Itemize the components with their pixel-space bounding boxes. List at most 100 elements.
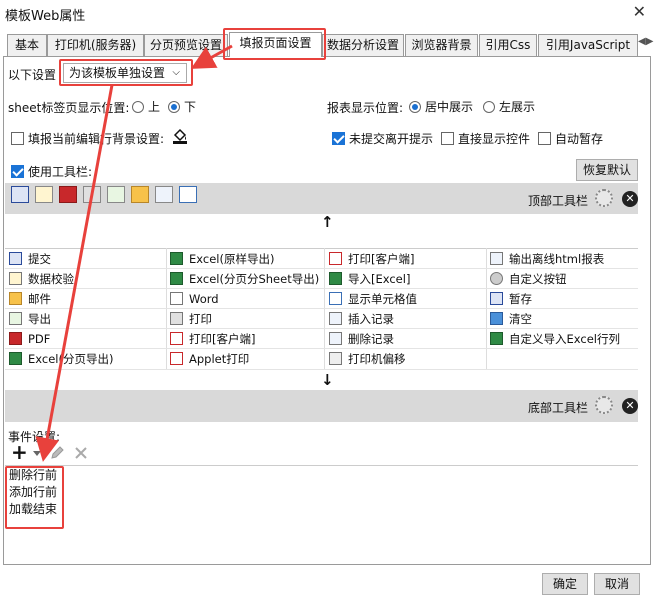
grid-item-word[interactable]: Word bbox=[170, 289, 219, 309]
check-pencil-icon bbox=[9, 272, 22, 285]
direct-show-option[interactable]: 直接显示控件 bbox=[441, 130, 530, 147]
grid-item-show-cell-value[interactable]: 显示单元格值 bbox=[329, 289, 417, 309]
autosave-option[interactable]: 自动暂存 bbox=[538, 130, 603, 147]
cancel-button[interactable]: 取消 bbox=[594, 573, 640, 595]
grid-item-print-client-2[interactable]: 打印[客户端] bbox=[170, 329, 255, 349]
checkbox-checked-icon bbox=[11, 165, 24, 178]
report-position-label: 报表显示位置: bbox=[327, 101, 404, 115]
fill-bg-option[interactable]: 填报当前编辑行背景设置: bbox=[11, 130, 164, 147]
grid-item-excel-paged[interactable]: Excel(分页导出) bbox=[9, 349, 113, 369]
grid-item-label: Excel(分页分Sheet导出) bbox=[189, 272, 320, 286]
gear-icon[interactable] bbox=[595, 189, 613, 207]
list-item[interactable]: 删除行前 bbox=[5, 467, 638, 484]
grid-item-printer-offset[interactable]: 打印机偏移 bbox=[329, 349, 406, 369]
top-toolbar-band: 顶部工具栏 ✕ bbox=[5, 183, 638, 214]
delete-x-icon[interactable] bbox=[73, 445, 89, 461]
left-label: 左展示 bbox=[499, 100, 536, 114]
printer-offset-icon bbox=[329, 352, 342, 365]
checkbox-icon bbox=[538, 132, 551, 145]
gear-icon bbox=[490, 272, 503, 285]
tab-javascript[interactable]: 引用JavaScript bbox=[538, 34, 638, 56]
checkbox-icon bbox=[11, 132, 24, 145]
grid-item-offline-html[interactable]: 输出离线html报表 bbox=[490, 249, 604, 269]
grid-item-delete-record[interactable]: 删除记录 bbox=[329, 329, 394, 349]
tab-basic[interactable]: 基本 bbox=[7, 34, 47, 56]
tab-fill-page[interactable]: 填报页面设置 bbox=[229, 32, 322, 57]
scope-value: 为该模板单独设置 bbox=[69, 66, 166, 80]
stash-icon bbox=[490, 292, 503, 305]
sheet-bottom-option[interactable]: 下 bbox=[168, 98, 196, 115]
grid-item-label: Excel(分页导出) bbox=[28, 352, 114, 366]
paint-bucket-icon[interactable] bbox=[171, 126, 189, 144]
direct-show-label: 直接显示控件 bbox=[458, 132, 531, 146]
grid-item-export[interactable]: 导出 bbox=[9, 309, 51, 329]
delete-record-icon bbox=[329, 332, 342, 345]
grid-item-excel-original[interactable]: Excel(原样导出) bbox=[170, 249, 274, 269]
tab-printer-server[interactable]: 打印机(服务器) bbox=[47, 34, 144, 56]
left-option[interactable]: 左展示 bbox=[483, 98, 535, 115]
tab-browser-bg[interactable]: 浏览器背景 bbox=[405, 34, 478, 56]
bottom-toolbar-band: 底部工具栏 ✕ bbox=[5, 390, 638, 422]
pdf-icon[interactable] bbox=[59, 186, 77, 203]
center-option[interactable]: 居中展示 bbox=[409, 98, 473, 115]
grid-item-import-excel[interactable]: 导入[Excel] bbox=[329, 269, 410, 289]
export-icon bbox=[9, 312, 22, 325]
grid-item-label: 清空 bbox=[509, 312, 532, 326]
edit-pencil-icon[interactable] bbox=[49, 445, 65, 461]
export-icon[interactable] bbox=[107, 186, 125, 203]
sheet-top-label: 上 bbox=[148, 100, 161, 114]
move-up-icon[interactable]: ↑ bbox=[321, 213, 334, 231]
remove-icon[interactable]: ✕ bbox=[622, 398, 638, 414]
unsubmitted-label: 未提交离开提示 bbox=[349, 132, 434, 146]
grid-item-label: 数据校验 bbox=[28, 272, 74, 286]
grid-item-print[interactable]: 打印 bbox=[170, 309, 212, 329]
sheet-top-option[interactable]: 上 bbox=[132, 98, 160, 115]
radio-checked-icon bbox=[168, 101, 180, 113]
sheet-bottom-label: 下 bbox=[184, 100, 197, 114]
ok-button[interactable]: 确定 bbox=[542, 573, 588, 595]
close-icon[interactable]: ✕ bbox=[633, 2, 646, 21]
cell-value-icon[interactable] bbox=[179, 186, 197, 203]
list-item[interactable]: 添加行前 bbox=[5, 484, 638, 501]
mail-icon[interactable] bbox=[131, 186, 149, 203]
gear-icon[interactable] bbox=[595, 396, 613, 414]
remove-icon[interactable]: ✕ bbox=[622, 191, 638, 207]
tab-scroll-icon[interactable]: ◀▶ bbox=[638, 36, 653, 47]
move-down-icon[interactable]: ↓ bbox=[321, 371, 334, 389]
grid-item-clear[interactable]: 清空 bbox=[490, 309, 532, 329]
radio-icon bbox=[132, 101, 144, 113]
grid-item-pdf[interactable]: PDF bbox=[9, 329, 50, 349]
tab-page-preview[interactable]: 分页预览设置 bbox=[144, 34, 228, 56]
print-icon[interactable] bbox=[83, 186, 101, 203]
checkbox-checked-icon bbox=[332, 132, 345, 145]
unsubmitted-option[interactable]: 未提交离开提示 bbox=[332, 130, 433, 147]
grid-item-excel-sheet[interactable]: Excel(分页分Sheet导出) bbox=[170, 269, 319, 289]
grid-item-applet-print[interactable]: Applet打印 bbox=[170, 349, 249, 369]
add-icon[interactable]: + bbox=[11, 442, 28, 462]
print-client-icon bbox=[170, 332, 183, 345]
grid-item-print-client[interactable]: 打印[客户端] bbox=[329, 249, 414, 269]
excel-icon bbox=[170, 252, 183, 265]
check-pencil-icon[interactable] bbox=[35, 186, 53, 203]
grid-item-label: Word bbox=[189, 292, 219, 306]
fill-bg-label: 填报当前编辑行背景设置: bbox=[28, 132, 165, 146]
grid-item-mail[interactable]: 邮件 bbox=[9, 289, 51, 309]
scope-select[interactable]: 为该模板单独设置 ⌵ bbox=[63, 63, 187, 83]
grid-item-label: 自定义导入Excel行列 bbox=[509, 332, 620, 346]
grid-item-custom-import-excel[interactable]: 自定义导入Excel行列 bbox=[490, 329, 620, 349]
restore-default-button[interactable]: 恢复默认 bbox=[576, 159, 638, 181]
list-item[interactable]: 加载结束 bbox=[5, 501, 638, 518]
grid-item-insert-record[interactable]: 插入记录 bbox=[329, 309, 394, 329]
tab-css[interactable]: 引用Css bbox=[479, 34, 537, 56]
eraser-icon bbox=[490, 312, 503, 325]
save-icon[interactable] bbox=[11, 186, 29, 203]
tab-data-analysis[interactable]: 数据分析设置 bbox=[322, 34, 404, 56]
grid-item-validate[interactable]: 数据校验 bbox=[9, 269, 74, 289]
insert-record-icon[interactable] bbox=[155, 186, 173, 203]
grid-item-stash[interactable]: 暂存 bbox=[490, 289, 532, 309]
use-toolbar-option[interactable]: 使用工具栏: bbox=[11, 163, 92, 180]
dropdown-arrow-icon[interactable] bbox=[31, 446, 43, 460]
grid-item-custom-button[interactable]: 自定义按钮 bbox=[490, 269, 567, 289]
grid-item-submit[interactable]: 提交 bbox=[9, 249, 51, 269]
grid-item-label: 导入[Excel] bbox=[348, 272, 411, 286]
